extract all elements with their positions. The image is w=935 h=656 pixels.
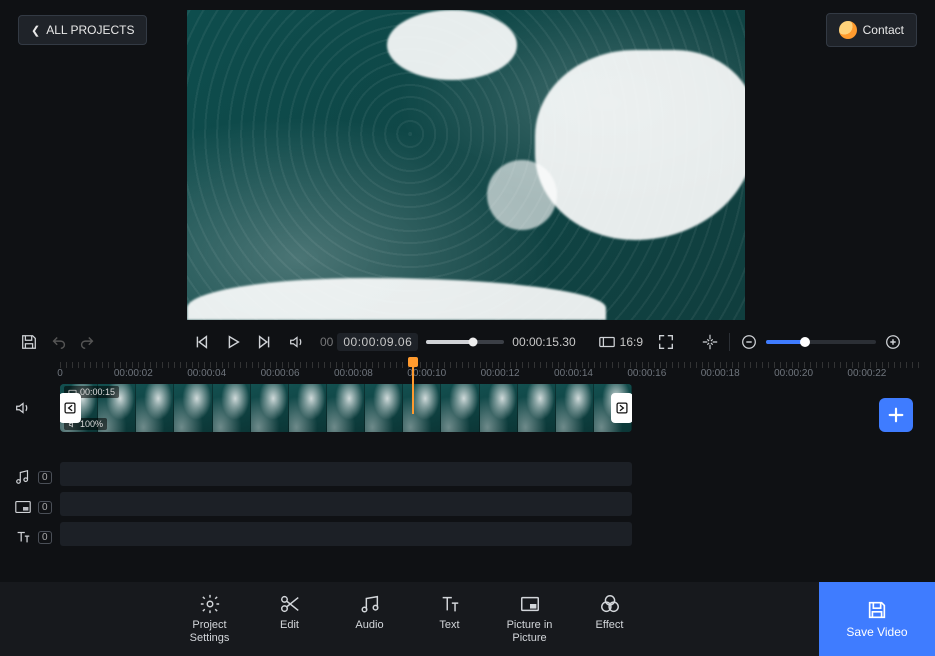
text-track-header[interactable]: 0	[14, 522, 56, 552]
add-media-button[interactable]	[879, 398, 913, 432]
zoom-out-icon[interactable]	[740, 333, 758, 351]
plus-icon	[887, 406, 905, 424]
video-clip[interactable]: 00:00:15 100%	[60, 384, 632, 432]
time-prefix: 00	[320, 335, 333, 349]
text-button[interactable]: Text	[426, 593, 474, 644]
text-icon	[439, 593, 461, 615]
text-track-count: 0	[38, 531, 52, 544]
text-icon	[14, 528, 32, 546]
audio-lane[interactable]	[60, 462, 632, 486]
pip-track-count: 0	[38, 501, 52, 514]
audio-track-count: 0	[38, 471, 52, 484]
speaker-icon[interactable]	[14, 399, 32, 417]
ruler-label: 00:00:12	[481, 368, 520, 379]
ruler-label: 00:00:02	[114, 368, 153, 379]
preview-decoration	[487, 160, 557, 230]
ruler-label: 00:00:18	[701, 368, 740, 379]
ruler-label: 0	[57, 368, 63, 379]
next-frame-icon[interactable]	[256, 333, 274, 351]
text-lane[interactable]	[60, 522, 632, 546]
tool-group: Project Settings Edit Audio Text Picture…	[0, 593, 819, 644]
pip-track-header[interactable]: 0	[14, 492, 56, 522]
snap-icon[interactable]	[701, 333, 719, 351]
audio-track-header[interactable]: 0	[14, 462, 56, 492]
volume-icon[interactable]	[288, 333, 306, 351]
fullscreen-icon[interactable]	[657, 333, 675, 351]
scrub-knob[interactable]	[469, 338, 478, 347]
aspect-icon[interactable]	[598, 333, 616, 351]
ruler-label: 00:00:20	[774, 368, 813, 379]
separator	[729, 333, 730, 351]
project-settings-button[interactable]: Project Settings	[186, 593, 234, 644]
clip-trim-left-handle[interactable]	[60, 393, 81, 423]
timeline-ruler[interactable]: 0 00:00:02 00:00:04 00:00:06 00:00:08 00…	[60, 362, 923, 382]
ruler-label: 00:00:06	[261, 368, 300, 379]
all-projects-label: ALL PROJECTS	[46, 23, 134, 37]
effect-button[interactable]: Effect	[586, 593, 634, 644]
current-time: 00:00:09.06	[337, 333, 418, 351]
save-icon	[866, 599, 888, 621]
redo-icon[interactable]	[78, 333, 96, 351]
video-track-header[interactable]	[14, 384, 56, 432]
music-icon	[359, 593, 381, 615]
all-projects-button[interactable]: ❮ ALL PROJECTS	[18, 15, 147, 45]
scrub-fill	[426, 340, 473, 344]
zoom-slider[interactable]	[766, 340, 876, 344]
video-preview[interactable]	[187, 10, 745, 320]
ruler-label: 00:00:22	[847, 368, 886, 379]
effect-icon	[599, 593, 621, 615]
aspect-label: 16:9	[620, 335, 643, 349]
total-time: 00:00:15.30	[512, 335, 575, 349]
playback-controls	[192, 333, 306, 351]
audio-button[interactable]: Audio	[346, 593, 394, 644]
scissors-icon	[279, 593, 301, 615]
playhead[interactable]	[412, 362, 414, 414]
zoom-in-icon[interactable]	[884, 333, 902, 351]
preview-decoration	[187, 278, 606, 320]
save-icon[interactable]	[20, 333, 38, 351]
preview-decoration	[535, 50, 745, 240]
clip-trim-right-handle[interactable]	[611, 393, 632, 423]
track-header-column: 0 0 0	[14, 384, 56, 552]
transport-bar: 00 00:00:09.06 00:00:15.30 16:9	[0, 326, 935, 358]
ruler-label: 00:00:14	[554, 368, 593, 379]
chevron-left-icon: ❮	[31, 24, 40, 37]
pip-icon	[14, 498, 32, 516]
ruler-label: 00:00:16	[627, 368, 666, 379]
scrub-slider[interactable]	[426, 340, 504, 344]
edit-button[interactable]: Edit	[266, 593, 314, 644]
save-video-button[interactable]: Save Video	[819, 582, 935, 656]
contact-label: Contact	[863, 23, 904, 37]
bottom-toolbar: Project Settings Edit Audio Text Picture…	[0, 582, 935, 656]
play-icon[interactable]	[224, 333, 242, 351]
ruler-label: 00:00:08	[334, 368, 373, 379]
pip-icon	[519, 593, 541, 615]
pip-button[interactable]: Picture in Picture	[506, 593, 554, 644]
zoom-knob[interactable]	[800, 337, 810, 347]
prev-frame-icon[interactable]	[192, 333, 210, 351]
ruler-label: 00:00:04	[187, 368, 226, 379]
headset-icon	[839, 21, 857, 39]
gear-icon	[199, 593, 221, 615]
timeline: 0 0 0 00:00:15 100%	[0, 384, 935, 582]
contact-button[interactable]: Contact	[826, 13, 917, 47]
undo-icon[interactable]	[50, 333, 68, 351]
pip-lane[interactable]	[60, 492, 632, 516]
music-icon	[14, 468, 32, 486]
preview-decoration	[387, 10, 517, 80]
